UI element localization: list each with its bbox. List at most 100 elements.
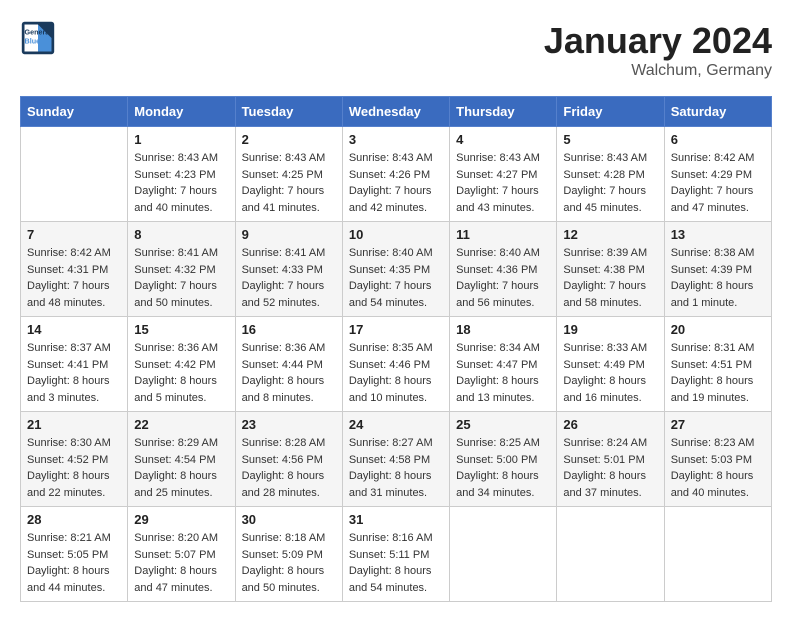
title-block: January 2024 Walchum, Germany — [544, 20, 772, 80]
logo: General Blue — [20, 20, 60, 56]
day-info: Sunrise: 8:41 AMSunset: 4:33 PMDaylight:… — [242, 245, 336, 311]
day-cell — [557, 507, 664, 602]
day-number: 13 — [671, 227, 765, 242]
week-row-1: 1 Sunrise: 8:43 AMSunset: 4:23 PMDaylight… — [21, 127, 772, 222]
day-cell: 30 Sunrise: 8:18 AMSunset: 5:09 PMDayligh… — [235, 507, 342, 602]
day-cell: 19Sunrise: 8:33 AMSunset: 4:49 PMDayligh… — [557, 317, 664, 412]
day-info: Sunrise: 8:20 AMSunset: 5:07 PMDaylight:… — [134, 530, 228, 596]
day-number: 24 — [349, 417, 443, 432]
day-info: Sunrise: 8:37 AMSunset: 4:41 PMDaylight:… — [27, 340, 121, 406]
column-header-sunday: Sunday — [21, 97, 128, 127]
day-info: Sunrise: 8:21 AMSunset: 5:05 PMDaylight:… — [27, 530, 121, 596]
day-number: 12 — [563, 227, 657, 242]
day-info: Sunrise: 8:42 AMSunset: 4:31 PMDaylight:… — [27, 245, 121, 311]
day-cell: 23Sunrise: 8:28 AMSunset: 4:56 PMDayligh… — [235, 412, 342, 507]
day-cell: 7 Sunrise: 8:42 AMSunset: 4:31 PMDaylight… — [21, 222, 128, 317]
day-cell: 21 Sunrise: 8:30 AMSunset: 4:52 PMDayligh… — [21, 412, 128, 507]
svg-text:General: General — [25, 27, 52, 36]
day-number: 15 — [134, 322, 228, 337]
day-cell: 8 Sunrise: 8:41 AMSunset: 4:32 PMDaylight… — [128, 222, 235, 317]
column-header-thursday: Thursday — [450, 97, 557, 127]
day-cell: 24 Sunrise: 8:27 AMSunset: 4:58 PMDayligh… — [342, 412, 449, 507]
day-cell: 1 Sunrise: 8:43 AMSunset: 4:23 PMDaylight… — [128, 127, 235, 222]
day-cell: 29 Sunrise: 8:20 AMSunset: 5:07 PMDayligh… — [128, 507, 235, 602]
day-cell: 3 Sunrise: 8:43 AMSunset: 4:26 PMDaylight… — [342, 127, 449, 222]
day-number: 26 — [563, 417, 657, 432]
day-number: 19 — [563, 322, 657, 337]
day-cell: 11 Sunrise: 8:40 AMSunset: 4:36 PMDayligh… — [450, 222, 557, 317]
week-row-4: 21 Sunrise: 8:30 AMSunset: 4:52 PMDayligh… — [21, 412, 772, 507]
day-info: Sunrise: 8:29 AMSunset: 4:54 PMDaylight:… — [134, 435, 228, 501]
day-number: 2 — [242, 132, 336, 147]
day-info: Sunrise: 8:39 AMSunset: 4:38 PMDaylight:… — [563, 245, 657, 311]
day-number: 20 — [671, 322, 765, 337]
day-number: 14 — [27, 322, 121, 337]
day-number: 31 — [349, 512, 443, 527]
day-info: Sunrise: 8:41 AMSunset: 4:32 PMDaylight:… — [134, 245, 228, 311]
day-number: 11 — [456, 227, 550, 242]
column-header-saturday: Saturday — [664, 97, 771, 127]
day-cell: 13Sunrise: 8:38 AMSunset: 4:39 PMDayligh… — [664, 222, 771, 317]
calendar-table: SundayMondayTuesdayWednesdayThursdayFrid… — [20, 96, 772, 602]
column-header-tuesday: Tuesday — [235, 97, 342, 127]
day-cell: 5 Sunrise: 8:43 AMSunset: 4:28 PMDaylight… — [557, 127, 664, 222]
day-number: 21 — [27, 417, 121, 432]
day-cell: 25Sunrise: 8:25 AMSunset: 5:00 PMDayligh… — [450, 412, 557, 507]
day-info: Sunrise: 8:40 AMSunset: 4:35 PMDaylight:… — [349, 245, 443, 311]
day-number: 4 — [456, 132, 550, 147]
day-number: 1 — [134, 132, 228, 147]
day-cell: 17Sunrise: 8:35 AMSunset: 4:46 PMDayligh… — [342, 317, 449, 412]
day-info: Sunrise: 8:43 AMSunset: 4:27 PMDaylight:… — [456, 150, 550, 216]
day-info: Sunrise: 8:16 AMSunset: 5:11 PMDaylight:… — [349, 530, 443, 596]
day-number: 7 — [27, 227, 121, 242]
day-cell — [21, 127, 128, 222]
day-cell: 12 Sunrise: 8:39 AMSunset: 4:38 PMDayligh… — [557, 222, 664, 317]
day-info: Sunrise: 8:35 AMSunset: 4:46 PMDaylight:… — [349, 340, 443, 406]
day-info: Sunrise: 8:27 AMSunset: 4:58 PMDaylight:… — [349, 435, 443, 501]
day-info: Sunrise: 8:18 AMSunset: 5:09 PMDaylight:… — [242, 530, 336, 596]
day-cell: 31 Sunrise: 8:16 AMSunset: 5:11 PMDayligh… — [342, 507, 449, 602]
day-cell: 20Sunrise: 8:31 AMSunset: 4:51 PMDayligh… — [664, 317, 771, 412]
day-cell — [450, 507, 557, 602]
day-cell: 14 Sunrise: 8:37 AMSunset: 4:41 PMDayligh… — [21, 317, 128, 412]
column-header-monday: Monday — [128, 97, 235, 127]
day-number: 30 — [242, 512, 336, 527]
day-number: 22 — [134, 417, 228, 432]
month-title: January 2024 — [544, 20, 772, 62]
day-info: Sunrise: 8:34 AMSunset: 4:47 PMDaylight:… — [456, 340, 550, 406]
day-number: 3 — [349, 132, 443, 147]
day-number: 29 — [134, 512, 228, 527]
day-cell: 6Sunrise: 8:42 AMSunset: 4:29 PMDaylight… — [664, 127, 771, 222]
day-info: Sunrise: 8:24 AMSunset: 5:01 PMDaylight:… — [563, 435, 657, 501]
day-cell: 9Sunrise: 8:41 AMSunset: 4:33 PMDaylight… — [235, 222, 342, 317]
day-cell: 26 Sunrise: 8:24 AMSunset: 5:01 PMDayligh… — [557, 412, 664, 507]
column-header-wednesday: Wednesday — [342, 97, 449, 127]
day-number: 23 — [242, 417, 336, 432]
day-number: 10 — [349, 227, 443, 242]
week-row-3: 14 Sunrise: 8:37 AMSunset: 4:41 PMDayligh… — [21, 317, 772, 412]
day-cell: 16Sunrise: 8:36 AMSunset: 4:44 PMDayligh… — [235, 317, 342, 412]
day-number: 18 — [456, 322, 550, 337]
week-row-2: 7 Sunrise: 8:42 AMSunset: 4:31 PMDaylight… — [21, 222, 772, 317]
day-cell: 28 Sunrise: 8:21 AMSunset: 5:05 PMDayligh… — [21, 507, 128, 602]
day-number: 25 — [456, 417, 550, 432]
day-number: 16 — [242, 322, 336, 337]
day-number: 5 — [563, 132, 657, 147]
day-cell: 2 Sunrise: 8:43 AMSunset: 4:25 PMDaylight… — [235, 127, 342, 222]
day-info: Sunrise: 8:42 AMSunset: 4:29 PMDaylight:… — [671, 150, 765, 216]
day-number: 28 — [27, 512, 121, 527]
location: Walchum, Germany — [544, 62, 772, 80]
day-info: Sunrise: 8:43 AMSunset: 4:26 PMDaylight:… — [349, 150, 443, 216]
day-cell: 27Sunrise: 8:23 AMSunset: 5:03 PMDayligh… — [664, 412, 771, 507]
day-info: Sunrise: 8:40 AMSunset: 4:36 PMDaylight:… — [456, 245, 550, 311]
header-row: SundayMondayTuesdayWednesdayThursdayFrid… — [21, 97, 772, 127]
day-info: Sunrise: 8:43 AMSunset: 4:28 PMDaylight:… — [563, 150, 657, 216]
day-cell: 4 Sunrise: 8:43 AMSunset: 4:27 PMDaylight… — [450, 127, 557, 222]
day-number: 8 — [134, 227, 228, 242]
day-cell: 22 Sunrise: 8:29 AMSunset: 4:54 PMDayligh… — [128, 412, 235, 507]
day-info: Sunrise: 8:30 AMSunset: 4:52 PMDaylight:… — [27, 435, 121, 501]
day-info: Sunrise: 8:43 AMSunset: 4:25 PMDaylight:… — [242, 150, 336, 216]
day-info: Sunrise: 8:36 AMSunset: 4:42 PMDaylight:… — [134, 340, 228, 406]
logo-icon: General Blue — [20, 20, 56, 56]
day-info: Sunrise: 8:43 AMSunset: 4:23 PMDaylight:… — [134, 150, 228, 216]
